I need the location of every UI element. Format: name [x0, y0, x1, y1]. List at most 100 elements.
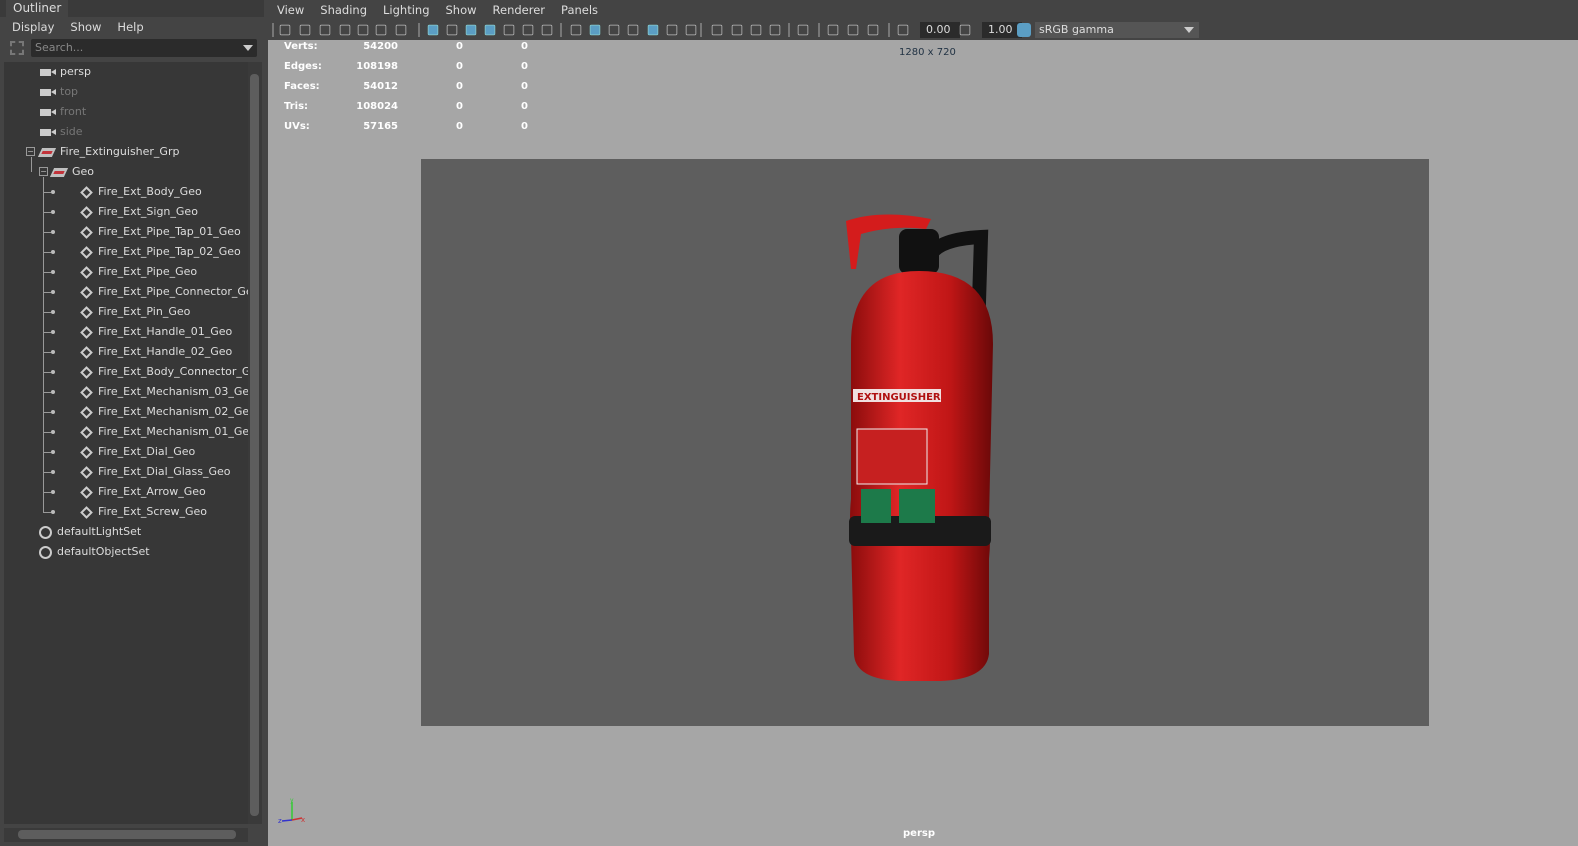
tree-item[interactable]: Fire_Ext_Pipe_Tap_02_Geo [80, 242, 241, 262]
exposure-field[interactable]: 0.00 [920, 22, 960, 38]
tree-item-label: defaultObjectSet [57, 545, 150, 558]
tree-item[interactable]: Fire_Ext_Screw_Geo [80, 502, 207, 522]
wireframe-icon[interactable] [570, 24, 582, 36]
tree-item[interactable]: Fire_Ext_Dial_Geo [80, 442, 195, 462]
image-plane-icon[interactable] [357, 24, 369, 36]
collapse-toggle[interactable]: − [39, 167, 48, 176]
menu-show[interactable]: Show [446, 3, 477, 17]
viewport-panel[interactable]: View Shading Lighting Show Renderer Panels 0.… [268, 0, 1578, 846]
hud-value: 57165 [363, 121, 398, 132]
exposure-icon-icon[interactable] [897, 24, 909, 36]
hud-value: 0 [521, 81, 528, 92]
lock-camera-icon[interactable] [299, 24, 311, 36]
tab-outliner[interactable]: Outliner [6, 0, 69, 17]
tree-item[interactable]: Fire_Ext_Body_Geo [80, 182, 202, 202]
tree-item[interactable]: Fire_Ext_Mechanism_03_Geo [80, 382, 248, 402]
set-icon [39, 525, 52, 539]
smooth-shade-icon[interactable] [589, 24, 601, 36]
tree-item[interactable]: Fire_Ext_Arrow_Geo [80, 482, 206, 502]
tree-item[interactable]: Fire_Ext_Mechanism_02_Geo [80, 402, 248, 422]
gamma-icon-icon[interactable] [959, 24, 971, 36]
tree-item[interactable]: Fire_Ext_Pipe_Tap_01_Geo [80, 222, 241, 242]
dof-icon[interactable] [769, 24, 781, 36]
bookmark-icon[interactable] [339, 24, 351, 36]
field-chart-icon[interactable] [503, 24, 515, 36]
shadows-icon[interactable] [685, 24, 697, 36]
menu-lighting[interactable]: Lighting [383, 3, 429, 17]
safe-title-icon[interactable] [541, 24, 553, 36]
toolbar-separator [818, 23, 820, 37]
tree-item[interactable]: Fire_Ext_Mechanism_01_Geo [80, 422, 248, 442]
viewport-toolbar: 0.00 1.00 sRGB gamma [268, 20, 1578, 40]
axis-gizmo-icon: z x y [278, 797, 305, 825]
tree-item[interactable]: Fire_Extinguisher_Grp [37, 142, 179, 162]
menu-shading[interactable]: Shading [320, 3, 367, 17]
fire-extinguisher-model[interactable]: EXTINGUISHER [421, 159, 1429, 726]
xray-active-icon[interactable] [847, 24, 859, 36]
color-management-toggle[interactable] [1017, 23, 1031, 37]
camera-icon[interactable] [279, 24, 291, 36]
hud-value: 108024 [356, 101, 398, 112]
hud-value: 0 [456, 101, 463, 112]
motion-blur-icon[interactable] [731, 24, 743, 36]
tree-item[interactable]: Fire_Ext_Pipe_Connector_Geo [80, 282, 248, 302]
hud-value: 0 [456, 41, 463, 52]
select-filter-icon[interactable] [10, 41, 24, 55]
tree-item[interactable]: defaultLightSet [39, 522, 141, 542]
gamma-field[interactable]: 1.00 [982, 22, 1022, 38]
menu-display[interactable]: Display [12, 20, 54, 34]
grid-icon[interactable] [427, 24, 439, 36]
menu-renderer[interactable]: Renderer [493, 3, 546, 17]
tree-item[interactable]: Fire_Ext_Pipe_Geo [80, 262, 197, 282]
tree-item[interactable]: Fire_Ext_Dial_Glass_Geo [80, 462, 231, 482]
tree-item[interactable]: Fire_Ext_Handle_02_Geo [80, 342, 232, 362]
screen-space-ao-icon[interactable] [711, 24, 723, 36]
color-space-dropdown[interactable]: sRGB gamma [1035, 22, 1199, 38]
hud-value: 0 [521, 101, 528, 112]
tree-item[interactable]: persp [40, 62, 91, 82]
mesh-icon [80, 225, 93, 239]
tree-item[interactable]: defaultObjectSet [39, 542, 150, 562]
default-material-icon[interactable] [608, 24, 620, 36]
hud-value: 0 [456, 81, 463, 92]
tree-item[interactable]: Fire_Ext_Body_Connector_Geo [80, 362, 248, 382]
xray-joints-icon[interactable] [827, 24, 839, 36]
lights-icon[interactable] [666, 24, 678, 36]
tree-item-label: defaultLightSet [57, 525, 142, 538]
tree-item-label: Fire_Ext_Pipe_Tap_01_Geo [98, 225, 241, 238]
menu-view[interactable]: View [277, 3, 304, 17]
tree-item[interactable]: Fire_Ext_Handle_01_Geo [80, 322, 232, 342]
chevron-down-icon[interactable] [243, 45, 253, 51]
hud-value: 0 [521, 61, 528, 72]
svg-text:x: x [301, 816, 305, 824]
gate-mask-icon[interactable] [484, 24, 496, 36]
2d-pan-zoom-icon[interactable] [375, 24, 387, 36]
menu-show[interactable]: Show [70, 20, 101, 34]
tree-item[interactable]: Geo [49, 162, 94, 182]
film-gate-icon[interactable] [446, 24, 458, 36]
textured-icon[interactable] [647, 24, 659, 36]
vertical-scrollbar[interactable] [248, 62, 262, 824]
tree-item[interactable]: front [40, 102, 86, 122]
anti-alias-icon[interactable] [750, 24, 762, 36]
isolate-select-icon[interactable] [797, 24, 809, 36]
search-input[interactable]: Search... [31, 39, 257, 57]
menu-help[interactable]: Help [117, 20, 143, 34]
camera-attr-icon[interactable] [319, 24, 331, 36]
tree-item[interactable]: Fire_Ext_Pin_Geo [80, 302, 190, 322]
tree-item[interactable]: side [40, 122, 83, 142]
tree-item-label: Fire_Ext_Dial_Glass_Geo [98, 465, 231, 478]
hud-value: Faces: [284, 81, 320, 92]
tree-item[interactable]: top [40, 82, 78, 102]
menu-panels[interactable]: Panels [561, 3, 598, 17]
tree-item[interactable]: Fire_Ext_Sign_Geo [80, 202, 198, 222]
backface-icon[interactable] [867, 24, 879, 36]
horizontal-scrollbar[interactable] [4, 828, 248, 842]
grease-pencil-icon[interactable] [395, 24, 407, 36]
collapse-toggle[interactable]: − [26, 147, 35, 156]
group-icon [37, 147, 57, 157]
safe-action-icon[interactable] [522, 24, 534, 36]
resolution-gate-icon[interactable] [465, 24, 477, 36]
xray-icon[interactable] [627, 24, 639, 36]
toolbar-separator [700, 23, 702, 37]
